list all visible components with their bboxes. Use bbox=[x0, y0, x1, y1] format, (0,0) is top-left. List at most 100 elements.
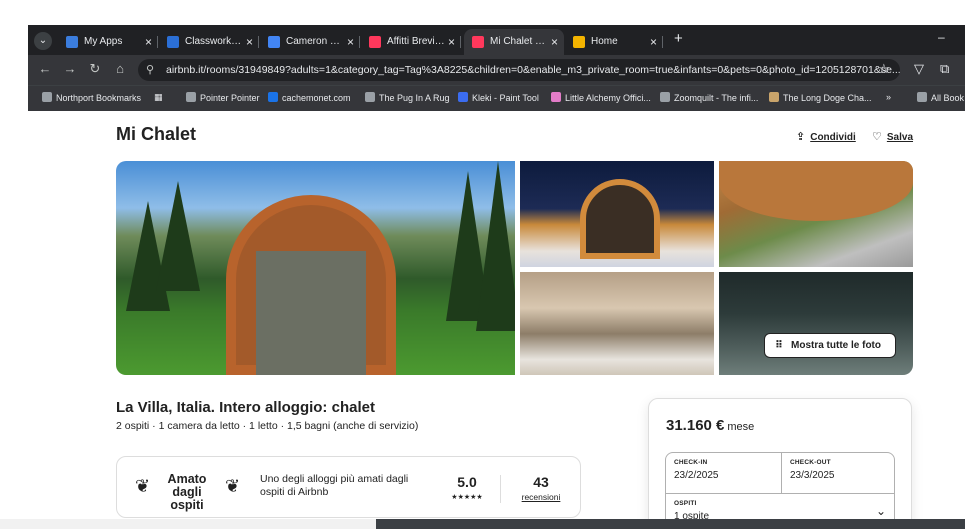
back-icon[interactable]: ← bbox=[36, 61, 54, 76]
tab-search-icon[interactable]: ⌄ bbox=[34, 32, 52, 50]
tab-2[interactable]: Classwork for × bbox=[159, 29, 259, 55]
home-icon[interactable]: ⌂ bbox=[111, 61, 129, 76]
bookmark-item[interactable]: Northport Bookmarks bbox=[42, 92, 141, 103]
tab-favicon-icon bbox=[66, 36, 78, 48]
site-info-icon[interactable]: ⚲ bbox=[146, 59, 154, 81]
bookmark-favicon-icon bbox=[268, 92, 278, 102]
tab-favicon-icon bbox=[167, 36, 179, 48]
date-guest-picker: CHECK-IN 23/2/2025 CHECK-OUT 23/3/2025 O… bbox=[665, 452, 895, 529]
reviews-link[interactable]: recensioni bbox=[515, 492, 567, 502]
main-photo[interactable] bbox=[116, 161, 515, 375]
photo-3[interactable] bbox=[719, 161, 913, 267]
guest-favorite-badge: Amato dagli ospiti bbox=[167, 472, 207, 512]
bookmark-label: Kleki - Paint Tool bbox=[472, 93, 539, 103]
tab-title: Cameron Wa bbox=[286, 36, 344, 47]
bookmark-favicon-icon bbox=[42, 92, 52, 102]
save-button[interactable]: ♡ Salva bbox=[872, 130, 913, 143]
rating-stars: ★★★★★ bbox=[451, 494, 483, 501]
tab-close-icon[interactable]: × bbox=[650, 29, 657, 55]
divider bbox=[500, 475, 501, 503]
bookmark-item[interactable]: Pointer Pointer bbox=[186, 92, 260, 103]
tab-title: Affitti Brevi Ita bbox=[387, 36, 445, 47]
bookmark-label: Little Alchemy Offici... bbox=[565, 93, 651, 103]
tab-1[interactable]: My Apps × bbox=[58, 29, 158, 55]
booking-card: 31.160 € mese CHECK-IN 23/2/2025 CHECK-OU… bbox=[648, 398, 912, 529]
bookmark-label: The Long Doge Cha... bbox=[783, 93, 872, 103]
tab-favicon-icon bbox=[268, 36, 280, 48]
bookmark-label: cachemonet.com bbox=[282, 93, 351, 103]
chevron-down-icon: ⌄ bbox=[875, 504, 886, 518]
taskbar-strip bbox=[376, 519, 965, 529]
photo-4[interactable] bbox=[520, 272, 714, 375]
bookmark-label: Pointer Pointer bbox=[200, 93, 260, 103]
checkout-field[interactable]: CHECK-OUT 23/3/2025 bbox=[781, 453, 894, 493]
review-count: 43 bbox=[533, 474, 549, 490]
extension-shield-icon[interactable]: ▽ bbox=[914, 61, 924, 77]
forward-icon[interactable]: → bbox=[61, 61, 79, 76]
tab-3[interactable]: Cameron Wa × bbox=[260, 29, 360, 55]
bookmark-favicon-icon bbox=[660, 92, 670, 102]
bookmark-item[interactable]: The Long Doge Cha... bbox=[769, 92, 872, 103]
tab-favicon-icon bbox=[369, 36, 381, 48]
rating-value: 5.0 bbox=[457, 474, 477, 490]
minimize-window-icon[interactable]: – bbox=[938, 30, 945, 44]
tab-close-icon[interactable]: × bbox=[347, 29, 354, 55]
tab-close-icon[interactable]: × bbox=[246, 29, 253, 55]
bookmark-favicon-icon bbox=[458, 92, 468, 102]
bookmark-favicon-icon bbox=[186, 92, 196, 102]
tab-title: Home bbox=[591, 36, 618, 47]
tab-close-icon[interactable]: × bbox=[551, 29, 558, 55]
tab-5[interactable]: Mi Chalet - C × bbox=[464, 29, 564, 55]
browser-toolbar: ← → ↻ ⌂ ⚲ airbnb.it/rooms/31949849?adult… bbox=[28, 55, 965, 85]
price-period: mese bbox=[727, 421, 755, 433]
checkin-field[interactable]: CHECK-IN 23/2/2025 bbox=[666, 453, 781, 493]
browser-chrome: ⌄ My Apps × Classwork for × Cameron Wa × Affit… bbox=[28, 25, 965, 111]
bookmark-item[interactable]: Zoomquilt - The infi... bbox=[660, 92, 758, 103]
photo-2[interactable] bbox=[520, 161, 714, 267]
show-all-photos-button[interactable]: ⠿ Mostra tutte le foto bbox=[764, 333, 896, 358]
laurel-left-icon: ❦ bbox=[135, 476, 151, 496]
bookmark-favicon-icon bbox=[769, 92, 779, 102]
share-icon: ⇪ bbox=[796, 131, 806, 143]
bookmark-favicon-icon bbox=[551, 92, 561, 102]
bookmark-item[interactable]: cachemonet.com bbox=[268, 92, 351, 103]
listing-summary: 2 ospiti · 1 camera da letto · 1 letto ·… bbox=[116, 420, 419, 432]
bookmark-favicon-icon bbox=[917, 92, 927, 102]
tab-close-icon[interactable]: × bbox=[145, 29, 152, 55]
bookmark-item[interactable]: Little Alchemy Offici... bbox=[551, 92, 651, 103]
photo-5[interactable] bbox=[719, 272, 913, 375]
bookmarks-overflow-icon[interactable]: » bbox=[886, 92, 891, 102]
bookmark-label: The Pug In A Rug bbox=[379, 93, 450, 103]
listing-title: Mi Chalet bbox=[116, 124, 197, 144]
tab-favicon-icon bbox=[573, 36, 585, 48]
tab-4[interactable]: Affitti Brevi Ita × bbox=[361, 29, 461, 55]
tab-6[interactable]: Home × bbox=[565, 29, 663, 55]
apps-grid-icon[interactable]: ▦ bbox=[154, 92, 163, 103]
share-button[interactable]: ⇪ Condividi bbox=[796, 130, 856, 143]
tab-bar: ⌄ My Apps × Classwork for × Cameron Wa × Affit… bbox=[28, 25, 965, 55]
bookmark-item[interactable]: The Pug In A Rug bbox=[365, 92, 450, 103]
bookmark-label: All Book bbox=[931, 93, 965, 103]
grid-icon: ⠿ bbox=[775, 340, 783, 351]
reload-icon[interactable]: ↻ bbox=[86, 61, 104, 77]
bookmark-label: Zoomquilt - The infi... bbox=[674, 93, 759, 103]
tab-title: My Apps bbox=[84, 36, 123, 47]
address-bar[interactable]: ⚲ airbnb.it/rooms/31949849?adults=1&cate… bbox=[138, 59, 900, 81]
guest-favorite-card: ❦ Amato dagli ospiti ❦ Uno degli alloggi… bbox=[116, 456, 581, 518]
bookmark-star-icon[interactable]: ☆ bbox=[878, 61, 890, 77]
bookmarks-bar: Northport Bookmarks Pointer Pointer cachem… bbox=[28, 85, 965, 111]
tab-favicon-icon bbox=[472, 36, 484, 48]
tab-title: Mi Chalet - C bbox=[490, 36, 548, 47]
tab-close-icon[interactable]: × bbox=[448, 29, 455, 55]
bookmark-favicon-icon bbox=[365, 92, 375, 102]
laurel-right-icon: ❦ bbox=[225, 476, 241, 496]
bookmark-item[interactable]: Kleki - Paint Tool bbox=[458, 92, 539, 103]
guest-favorite-description: Uno degli alloggi più amati dagli ospiti… bbox=[260, 473, 409, 498]
extensions-puzzle-icon[interactable]: ⧉ bbox=[940, 61, 949, 77]
tab-title: Classwork for bbox=[185, 36, 243, 47]
bookmark-label: Northport Bookmarks bbox=[56, 93, 142, 103]
url-text: airbnb.it/rooms/31949849?adults=1&catego… bbox=[166, 64, 900, 76]
bookmark-item[interactable]: All Book bbox=[917, 92, 964, 103]
new-tab-button[interactable]: + bbox=[674, 30, 683, 47]
price: 31.160 € mese bbox=[666, 417, 755, 434]
